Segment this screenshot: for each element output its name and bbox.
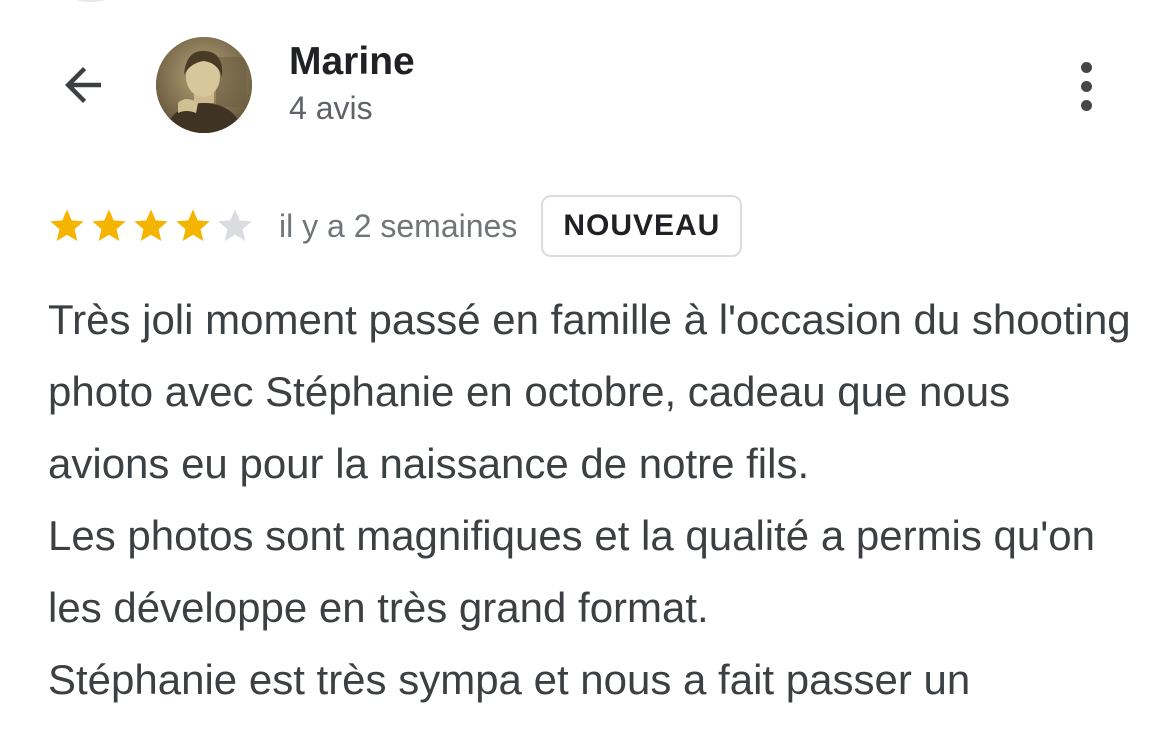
avatar[interactable] — [156, 37, 252, 133]
star-filled-icon — [50, 209, 84, 241]
new-badge: NOUVEAU — [541, 195, 743, 257]
star-empty-icon — [218, 209, 252, 241]
previous-element-edge — [70, 0, 112, 2]
reviewer-name[interactable]: Marine — [289, 40, 415, 84]
more-vertical-icon — [1080, 61, 1092, 73]
review-date: il y a 2 semaines — [279, 207, 518, 244]
star-filled-icon — [92, 209, 126, 241]
star-filled-icon — [134, 209, 168, 241]
arrow-back-icon — [65, 67, 101, 103]
more-options-button[interactable] — [1064, 56, 1108, 116]
more-vertical-icon-dot — [1080, 80, 1092, 92]
avatar-photo — [156, 37, 252, 133]
star-filled-icon — [176, 209, 210, 241]
star-rating — [47, 206, 257, 246]
more-vertical-icon-dot — [1080, 99, 1092, 111]
review-text: Très joli moment passé en famille à l'oc… — [48, 296, 1131, 703]
review-count: 4 avis — [289, 90, 373, 126]
rating-row: il y a 2 semaines NOUVEAU — [47, 193, 743, 259]
back-button[interactable] — [52, 56, 114, 114]
